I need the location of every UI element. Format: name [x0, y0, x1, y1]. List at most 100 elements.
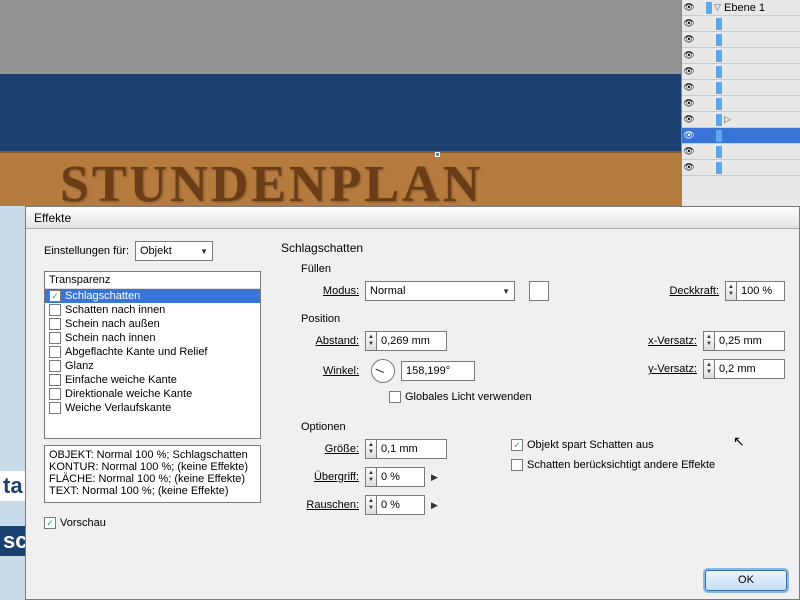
visibility-eye-icon[interactable]: 👁	[682, 161, 696, 175]
visibility-eye-icon[interactable]: 👁	[682, 97, 696, 111]
knockout-checkbox[interactable]: ✓	[511, 439, 523, 451]
effect-checkbox[interactable]	[49, 402, 61, 414]
layer-row[interactable]: 👁	[682, 160, 800, 176]
effect-checkbox[interactable]	[49, 318, 61, 330]
effect-label: Weiche Verlaufskante	[65, 402, 171, 414]
effect-label: Einfache weiche Kante	[65, 374, 177, 386]
fill-group-label: Füllen	[301, 263, 789, 275]
layer-label: Ebene 1	[722, 2, 800, 14]
xoffset-input[interactable]: 0,25 mm	[715, 331, 785, 351]
angle-label: Winkel:	[301, 365, 359, 377]
spread-input[interactable]: 0 %	[377, 467, 425, 487]
opacity-spinner[interactable]: ▲▼	[725, 281, 737, 301]
effect-item[interactable]: Schein nach außen	[45, 317, 260, 331]
effect-checkbox[interactable]	[49, 346, 61, 358]
layer-row[interactable]: 👁	[682, 128, 800, 144]
yoffset-spinner[interactable]: ▲▼	[703, 359, 715, 379]
disclosure-arrow-icon[interactable]: ▽	[714, 2, 722, 13]
effect-item[interactable]: Glanz	[45, 359, 260, 373]
noise-spinner[interactable]: ▲▼	[365, 495, 377, 515]
preview-checkbox[interactable]: ✓	[44, 517, 56, 529]
effects-list[interactable]: Transparenz ✓SchlagschattenSchatten nach…	[44, 271, 261, 439]
noise-input[interactable]: 0 %	[377, 495, 425, 515]
chevron-down-icon: ▼	[502, 287, 510, 296]
layer-row[interactable]: 👁	[682, 48, 800, 64]
noise-slider-icon[interactable]: ▶	[431, 500, 438, 511]
layer-color-chip	[716, 66, 722, 78]
angle-dial[interactable]	[371, 359, 395, 383]
effect-label: Schein nach innen	[65, 332, 156, 344]
spread-slider-icon[interactable]: ▶	[431, 472, 438, 483]
effect-item[interactable]: Weiche Verlaufskante	[45, 401, 260, 415]
layer-color-chip	[716, 98, 722, 110]
layer-color-chip	[716, 146, 722, 158]
effect-checkbox[interactable]: ✓	[49, 290, 61, 302]
effect-checkbox[interactable]	[49, 304, 61, 316]
layer-row[interactable]: 👁	[682, 96, 800, 112]
mode-combo[interactable]: Normal ▼	[365, 281, 515, 301]
effects-dialog: Effekte Einstellungen für: Objekt ▼ Tran…	[25, 206, 800, 600]
effect-label: Schatten nach innen	[65, 304, 165, 316]
ok-button[interactable]: OK	[705, 570, 787, 591]
knockout-label: Objekt spart Schatten aus	[527, 439, 654, 451]
effect-checkbox[interactable]	[49, 332, 61, 344]
effect-label: Schein nach außen	[65, 318, 160, 330]
xoffset-label: x-Versatz:	[625, 335, 697, 347]
visibility-eye-icon[interactable]: 👁	[682, 129, 696, 143]
dialog-title: Effekte	[26, 207, 799, 229]
effect-checkbox[interactable]	[49, 360, 61, 372]
effect-label: Glanz	[65, 360, 94, 372]
visibility-eye-icon[interactable]: 👁	[682, 17, 696, 31]
visibility-eye-icon[interactable]: 👁	[682, 49, 696, 63]
layer-color-chip	[706, 2, 712, 14]
noise-label: Rauschen:	[301, 499, 359, 511]
effect-item[interactable]: Einfache weiche Kante	[45, 373, 260, 387]
distance-label: Abstand:	[301, 335, 359, 347]
layer-row[interactable]: 👁	[682, 64, 800, 80]
document-canvas: STUNDENPLAN	[0, 0, 681, 206]
effect-item[interactable]: Schein nach innen	[45, 331, 260, 345]
canvas-blue-band	[0, 74, 681, 151]
yoffset-input[interactable]: 0,2 mm	[715, 359, 785, 379]
layer-row[interactable]: 👁	[682, 144, 800, 160]
effect-item[interactable]: Direktionale weiche Kante	[45, 387, 260, 401]
selection-handle[interactable]	[435, 152, 440, 157]
effect-item[interactable]: Abgeflachte Kante und Relief	[45, 345, 260, 359]
layer-row[interactable]: 👁 ▽Ebene 1	[682, 0, 800, 16]
global-light-checkbox[interactable]	[389, 391, 401, 403]
honors-checkbox[interactable]	[511, 459, 523, 471]
effect-checkbox[interactable]	[49, 388, 61, 400]
size-spinner[interactable]: ▲▼	[365, 439, 377, 459]
visibility-eye-icon[interactable]: 👁	[682, 145, 696, 159]
yoffset-label: y-Versatz:	[625, 363, 697, 375]
spread-label: Übergriff:	[301, 471, 359, 483]
settings-for-combo[interactable]: Objekt ▼	[135, 241, 213, 261]
visibility-eye-icon[interactable]: 👁	[682, 1, 696, 15]
layer-row[interactable]: 👁	[682, 80, 800, 96]
xoffset-spinner[interactable]: ▲▼	[703, 331, 715, 351]
angle-input[interactable]: 158,199°	[401, 361, 475, 381]
settings-for-value: Objekt	[140, 245, 172, 257]
effect-label: Abgeflachte Kante und Relief	[65, 346, 208, 358]
visibility-eye-icon[interactable]: 👁	[682, 65, 696, 79]
opacity-input[interactable]: 100 %	[737, 281, 785, 301]
spread-spinner[interactable]: ▲▼	[365, 467, 377, 487]
layer-row[interactable]: 👁▷	[682, 112, 800, 128]
distance-input[interactable]: 0,269 mm	[377, 331, 447, 351]
preview-label: Vorschau	[60, 517, 106, 529]
size-label: Größe:	[301, 443, 359, 455]
size-input[interactable]: 0,1 mm	[377, 439, 447, 459]
shadow-color-swatch[interactable]	[529, 281, 549, 301]
layer-row[interactable]: 👁	[682, 32, 800, 48]
visibility-eye-icon[interactable]: 👁	[682, 81, 696, 95]
distance-spinner[interactable]: ▲▼	[365, 331, 377, 351]
chevron-down-icon: ▼	[200, 247, 208, 256]
disclosure-arrow-icon[interactable]: ▷	[724, 114, 732, 125]
effect-checkbox[interactable]	[49, 374, 61, 386]
visibility-eye-icon[interactable]: 👁	[682, 113, 696, 127]
effect-item[interactable]: ✓Schlagschatten	[45, 289, 260, 303]
layer-color-chip	[716, 162, 722, 174]
visibility-eye-icon[interactable]: 👁	[682, 33, 696, 47]
layer-row[interactable]: 👁	[682, 16, 800, 32]
effect-item[interactable]: Schatten nach innen	[45, 303, 260, 317]
